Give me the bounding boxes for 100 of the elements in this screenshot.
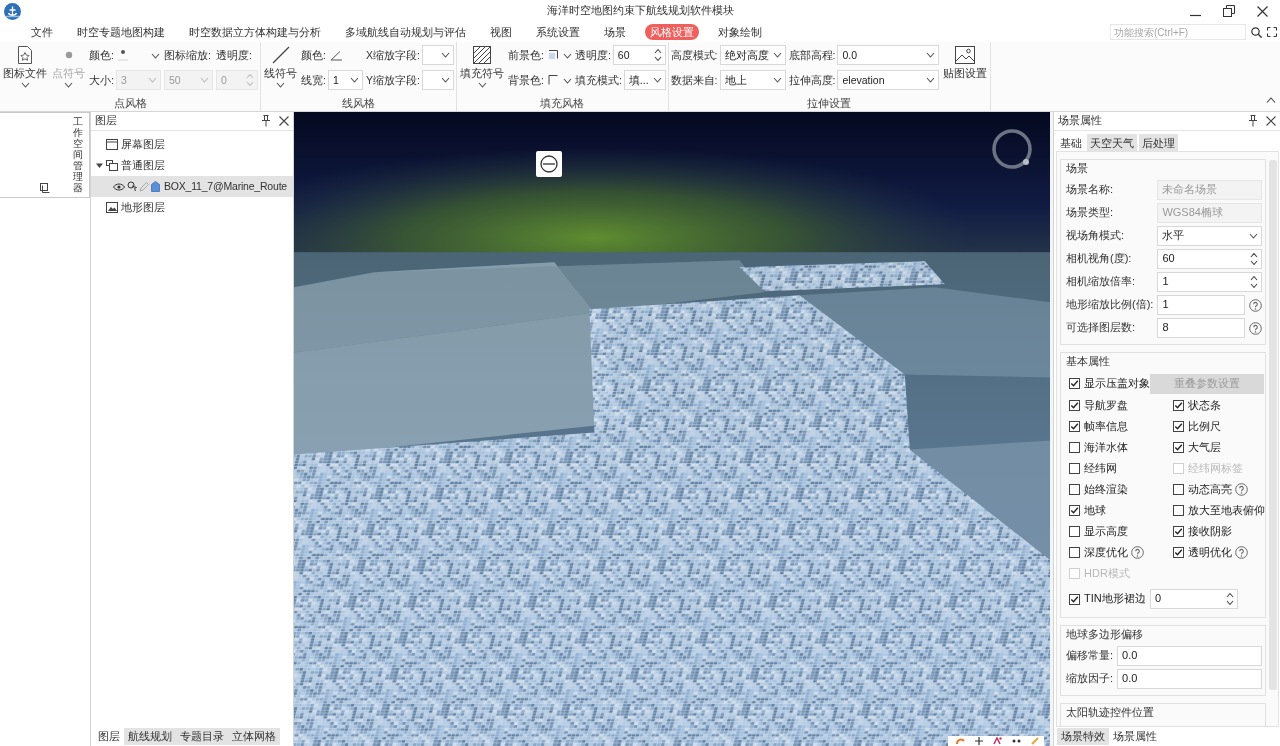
ribbon-button[interactable]: 图标文件 — [2, 45, 48, 88]
eye-icon[interactable] — [113, 182, 125, 191]
checkbox[interactable]: 深度优化 — [1069, 545, 1128, 560]
checkbox[interactable]: 透明优化 — [1173, 545, 1232, 560]
checkbox-icon[interactable] — [1173, 526, 1184, 537]
panel-tab[interactable]: 天空天气 — [1087, 134, 1137, 151]
help-icon[interactable] — [1235, 546, 1248, 559]
dropdown-field[interactable]: 填... — [623, 70, 666, 90]
checkbox-icon[interactable] — [1173, 442, 1184, 453]
dropdown-field[interactable] — [421, 45, 454, 65]
square-swatch-icon[interactable] — [547, 49, 572, 61]
search-icon[interactable] — [1251, 26, 1262, 38]
close-icon[interactable] — [1257, 5, 1268, 17]
menu-tab[interactable]: 对象绘制 — [713, 24, 767, 40]
dot-swatch-icon[interactable] — [117, 49, 160, 61]
dropdown-field[interactable] — [421, 70, 454, 90]
checkbox-icon[interactable] — [1069, 421, 1080, 432]
dots-icon[interactable] — [1012, 737, 1021, 745]
caret-icon[interactable] — [925, 52, 935, 58]
checkbox-icon[interactable] — [1173, 505, 1184, 516]
caret-icon[interactable] — [772, 52, 782, 58]
panel-tab[interactable]: 立体网格 — [228, 728, 280, 745]
menu-tab[interactable]: 系统设置 — [531, 24, 585, 40]
caret-icon[interactable] — [441, 52, 450, 58]
checkbox-icon[interactable] — [1069, 547, 1080, 558]
checkbox[interactable]: 状态条 — [1173, 398, 1221, 413]
checkbox-icon[interactable] — [1069, 484, 1080, 495]
checkbox-icon[interactable] — [1173, 400, 1184, 411]
layer-item[interactable]: 普通图层 — [91, 155, 293, 176]
text-field[interactable]: 8 — [1157, 318, 1245, 338]
plus-icon[interactable] — [975, 737, 983, 745]
checkbox[interactable]: TIN地形裙边 — [1069, 592, 1150, 606]
help-icon[interactable] — [1235, 483, 1248, 496]
panel-icon[interactable] — [40, 183, 50, 193]
close-icon[interactable] — [279, 116, 289, 126]
close-icon[interactable] — [1266, 116, 1276, 126]
spin-field[interactable]: 1 — [1157, 272, 1262, 292]
dropdown-field[interactable]: elevation — [837, 70, 939, 90]
text-field[interactable]: 0.0 — [1117, 669, 1262, 689]
checkbox-icon[interactable] — [1069, 463, 1080, 474]
menu-tab[interactable]: 文件 — [26, 24, 58, 40]
menu-tab[interactable]: 场景 — [599, 24, 631, 40]
checkbox[interactable]: 经纬网 — [1069, 461, 1117, 476]
caret-icon[interactable] — [441, 77, 450, 83]
zoom-out-button[interactable] — [536, 151, 562, 177]
ribbon-button[interactable]: 填充符号 — [459, 45, 505, 88]
dropdown-field[interactable]: 绝对高度 — [719, 45, 786, 65]
corner-swatch-icon[interactable] — [547, 74, 572, 86]
dropdown-field[interactable]: 水平 — [1157, 226, 1262, 246]
layer-item[interactable]: 地形图层 — [91, 197, 293, 218]
checkbox[interactable]: 比例尺 — [1173, 419, 1221, 434]
checkbox-icon[interactable] — [1173, 547, 1184, 558]
sparkle-icon[interactable] — [993, 737, 1002, 745]
spin-arrows-icon[interactable] — [1250, 252, 1258, 266]
dropdown-field[interactable]: 地上 — [719, 70, 786, 90]
help-icon[interactable] — [1249, 321, 1262, 335]
panel-tab[interactable]: 后处理 — [1139, 134, 1178, 151]
swirl-icon[interactable] — [956, 737, 965, 745]
checkbox-icon[interactable] — [1069, 400, 1080, 411]
checkbox[interactable]: 导航罗盘 — [1069, 398, 1128, 413]
layer-item[interactable]: 屏幕图层 — [91, 134, 293, 155]
checkbox[interactable]: 放大至地表俯仰 — [1173, 503, 1265, 518]
ribbon-button[interactable]: 贴图设置 — [941, 45, 988, 80]
menu-tab[interactable]: 视图 — [485, 24, 517, 40]
spin-field[interactable]: 0 — [1150, 589, 1238, 609]
checkbox[interactable]: 帧率信息 — [1069, 419, 1128, 434]
pin-icon[interactable] — [261, 115, 271, 127]
caret-icon[interactable] — [772, 77, 782, 83]
checkbox[interactable]: 显示压盖对象 — [1069, 376, 1150, 391]
caret-icon[interactable] — [276, 82, 285, 88]
checkbox-icon[interactable] — [1069, 526, 1080, 537]
compass-icon[interactable] — [991, 128, 1033, 170]
checkbox[interactable]: 接收阴影 — [1173, 524, 1232, 539]
text-field[interactable]: 0.0 — [1117, 646, 1262, 666]
menu-tab[interactable]: 时空专题地图构建 — [72, 24, 170, 40]
search-field[interactable]: 功能搜索(Ctrl+F) — [1110, 24, 1246, 40]
checkbox[interactable]: 动态高亮 — [1173, 482, 1232, 497]
caret-icon[interactable] — [925, 77, 935, 83]
checkbox[interactable]: 大气层 — [1173, 440, 1221, 455]
checkbox-icon[interactable] — [1173, 484, 1184, 495]
checkbox-icon[interactable] — [1069, 442, 1080, 453]
panel-tab[interactable]: 航线规划 — [124, 728, 176, 745]
layer-item[interactable]: BOX_11_7@Marine_Route — [91, 176, 293, 197]
text-field[interactable]: 1 — [1157, 295, 1245, 315]
fullscreen-icon[interactable] — [1267, 27, 1277, 37]
caret-icon[interactable] — [1249, 233, 1258, 239]
cursor-icon[interactable] — [127, 181, 137, 192]
caret-icon[interactable] — [350, 77, 359, 83]
dropdown-field[interactable]: 0.0 — [837, 45, 939, 65]
caret-icon[interactable] — [652, 77, 662, 83]
scrollbar[interactable] — [1269, 160, 1277, 690]
menu-tab[interactable]: 时空数据立方体构建与分析 — [184, 24, 326, 40]
menu-tab[interactable]: 多域航线自动规划与评估 — [340, 24, 471, 40]
checkbox[interactable]: 始终渲染 — [1069, 482, 1128, 497]
help-icon[interactable] — [1249, 298, 1262, 312]
dropdown-field[interactable]: 1 — [327, 70, 363, 90]
checkbox[interactable]: 地球 — [1069, 503, 1106, 518]
checkbox-icon[interactable] — [1173, 421, 1184, 432]
caret-icon[interactable] — [477, 82, 487, 88]
spin-arrows-icon[interactable] — [1226, 592, 1234, 606]
